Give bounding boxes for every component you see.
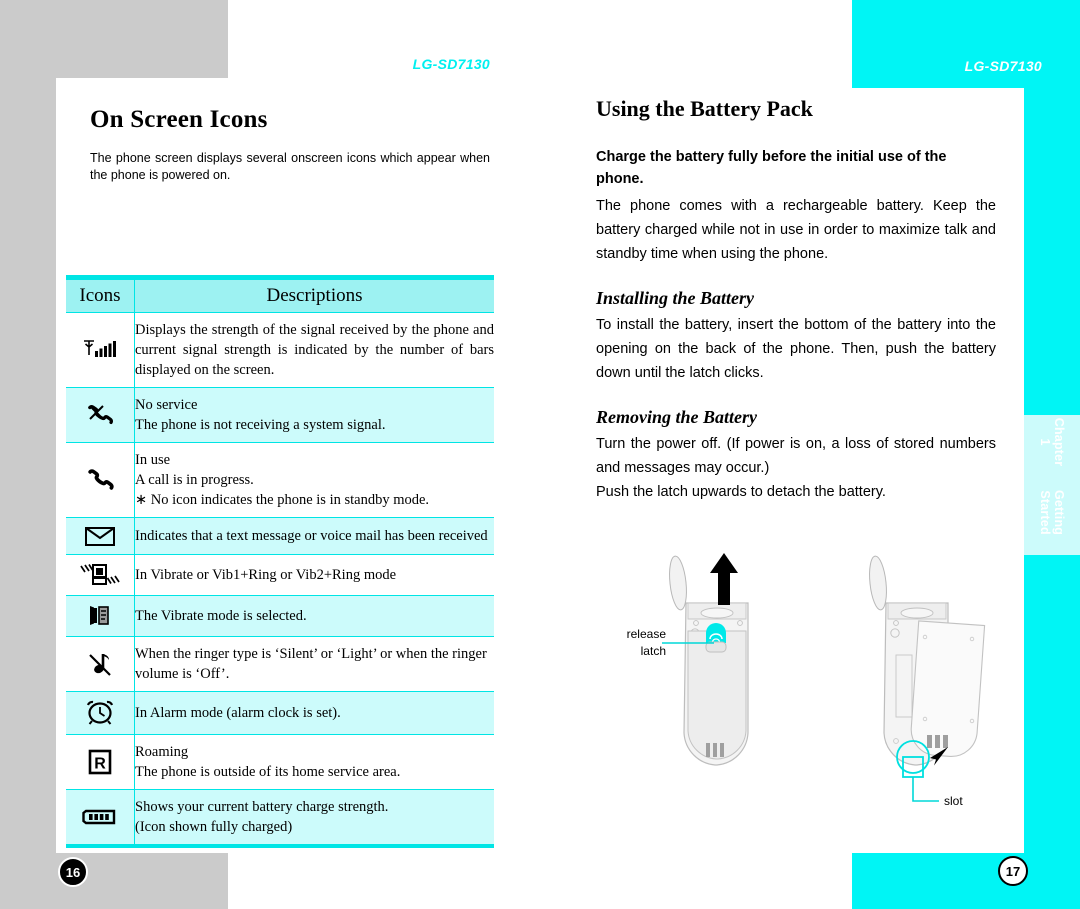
table-row: Shows your current battery charge streng… — [66, 789, 494, 845]
vibrate-mode-icon-glyph — [90, 606, 109, 625]
row-desc-text: The phone is outside of its home service… — [135, 764, 401, 780]
row-desc-text: Roaming — [135, 744, 189, 760]
silent-note-icon — [66, 636, 135, 692]
chapter-side-tab: Chapter 1 Getting Started — [1024, 415, 1080, 555]
left-page-content: On Screen Icons The phone screen display… — [56, 78, 506, 853]
row-desc-text: (Icon shown fully charged) — [135, 819, 293, 835]
right-page-brand-label: LG-SD7130 — [964, 58, 1042, 74]
envelope-message-icon-glyph — [85, 527, 115, 546]
table-cell-description: In Alarm mode (alarm clock is set). — [134, 691, 494, 735]
right-page-number: 17 — [998, 856, 1028, 886]
left-page-title: On Screen Icons — [90, 106, 268, 133]
roaming-r-icon: R — [66, 734, 135, 790]
latch-label: latch — [640, 644, 666, 658]
table-cell-description: When the ringer type is ‘Silent’ or ‘Lig… — [134, 636, 494, 692]
phone-back-battery-detached-illustration — [869, 555, 986, 778]
signal-strength-icon-glyph — [84, 340, 116, 357]
chapter-tab-line1: Chapter 1 — [1038, 417, 1066, 467]
manual-spread: LG-SD7130 On Screen Icons The phone scre… — [0, 0, 1080, 909]
chapter-tab-line2: Getting Started — [1038, 489, 1066, 536]
left-page-gray-top-block — [0, 0, 228, 78]
left-page-gray-bottom-bar — [0, 853, 228, 909]
table-cell-description: Shows your current battery charge streng… — [134, 789, 494, 845]
row-desc-text: Indicates that a text message or voice m… — [135, 528, 488, 544]
installing-battery-body: To install the battery, insert the botto… — [596, 317, 996, 381]
envelope-message-icon — [66, 517, 135, 555]
table-bottom-rule — [66, 844, 494, 848]
table-row: In Alarm mode (alarm clock is set). — [66, 691, 494, 735]
table-header-row: Icons Descriptions — [66, 279, 494, 313]
no-service-icon — [66, 387, 135, 443]
table-row: In Vibrate or Vib1+Ring or Vib2+Ring mod… — [66, 554, 494, 596]
table-cell-description: Indicates that a text message or voice m… — [134, 517, 494, 555]
table-row: Displays the strength of the signal rece… — [66, 312, 494, 388]
no-service-icon-glyph — [88, 405, 114, 425]
svg-text:R: R — [94, 756, 106, 773]
table-row: When the ringer type is ‘Silent’ or ‘Lig… — [66, 636, 494, 692]
battery-removal-diagram-svg — [662, 553, 986, 802]
row-desc-text: Displays the strength of the signal rece… — [135, 322, 494, 378]
row-desc-text: In Alarm mode (alarm clock is set). — [135, 705, 341, 721]
alarm-clock-icon — [66, 691, 135, 735]
left-page-number: 16 — [58, 857, 88, 887]
table-row: The Vibrate mode is selected. — [66, 595, 494, 637]
table-cell-description: In Vibrate or Vib1+Ring or Vib2+Ring mod… — [134, 554, 494, 596]
table-header-descriptions: Descriptions — [134, 279, 494, 313]
row-desc-text: ∗ No icon indicates the phone is in stan… — [135, 492, 430, 508]
right-page-content: Using the Battery Pack Charge the batter… — [596, 96, 1026, 504]
table-cell-description: Displays the strength of the signal rece… — [134, 312, 494, 388]
signal-strength-icon — [66, 312, 135, 388]
installing-battery-heading: Installing the Battery — [596, 288, 755, 308]
phone-back-with-latch-illustration — [669, 553, 749, 766]
left-page-brand-label: LG-SD7130 — [412, 56, 490, 72]
battery-lead-bold: Charge the battery fully before the init… — [596, 149, 947, 187]
row-desc-text: In use — [135, 452, 171, 468]
table-row: R Roaming The phone is outside of its ho… — [66, 734, 494, 790]
slot-leader-line — [912, 777, 939, 802]
chapter-side-tab-inner: Chapter 1 Getting Started — [1024, 415, 1080, 555]
on-screen-icons-table: Icons Descriptions Displays the strength… — [66, 275, 494, 848]
row-desc-text: The Vibrate mode is selected. — [135, 608, 307, 624]
row-desc-text: Shows your current battery charge streng… — [135, 799, 389, 815]
table-cell-description: No service The phone is not receiving a … — [134, 387, 494, 443]
battery-lead-body: The phone comes with a rechargeable batt… — [596, 198, 996, 262]
row-desc-text: When the ringer type is ‘Silent’ or ‘Lig… — [135, 646, 487, 682]
table-row: No service The phone is not receiving a … — [66, 387, 494, 443]
in-use-handset-icon-glyph — [88, 469, 114, 490]
left-page-intro-paragraph: The phone screen displays several onscre… — [90, 151, 490, 182]
table-cell-description: Roaming The phone is outside of its home… — [134, 734, 494, 790]
vibrate-mode-icon — [66, 595, 135, 637]
table-cell-description: The Vibrate mode is selected. — [134, 595, 494, 637]
right-page-cyan-bottom-bar — [852, 853, 1080, 909]
roaming-r-icon-glyph: R — [88, 749, 112, 775]
row-desc-text: No service — [135, 397, 198, 413]
battery-removal-diagram: release latch slot — [596, 545, 1026, 835]
vibrate-ring-icon-glyph — [80, 564, 120, 585]
table-row: Indicates that a text message or voice m… — [66, 517, 494, 555]
removing-battery-body-line1: Turn the power off. (If power is on, a l… — [596, 436, 996, 476]
right-page-title: Using the Battery Pack — [596, 96, 813, 121]
table-header-icons: Icons — [66, 279, 135, 313]
table-cell-description: In use A call is in progress. ∗ No icon … — [134, 442, 494, 518]
left-page-gray-left-bar — [0, 78, 56, 853]
row-desc-text: The phone is not receiving a system sign… — [135, 417, 386, 433]
table-row: In use A call is in progress. ∗ No icon … — [66, 442, 494, 518]
slot-label: slot — [944, 794, 963, 808]
alarm-clock-icon-glyph — [86, 700, 114, 725]
right-page-cyan-top-block — [852, 0, 1080, 88]
removing-battery-heading: Removing the Battery — [596, 407, 757, 427]
in-use-handset-icon — [66, 442, 135, 518]
row-desc-text: A call is in progress. — [135, 472, 254, 488]
silent-note-icon-glyph — [89, 654, 111, 676]
vibrate-ring-icon — [66, 554, 135, 596]
row-desc-text: In Vibrate or Vib1+Ring or Vib2+Ring mod… — [135, 567, 397, 583]
removing-battery-body-line2: Push the latch upwards to detach the bat… — [596, 484, 886, 500]
release-label: release — [626, 627, 666, 641]
battery-icon — [66, 789, 135, 845]
battery-icon-glyph — [82, 809, 116, 825]
